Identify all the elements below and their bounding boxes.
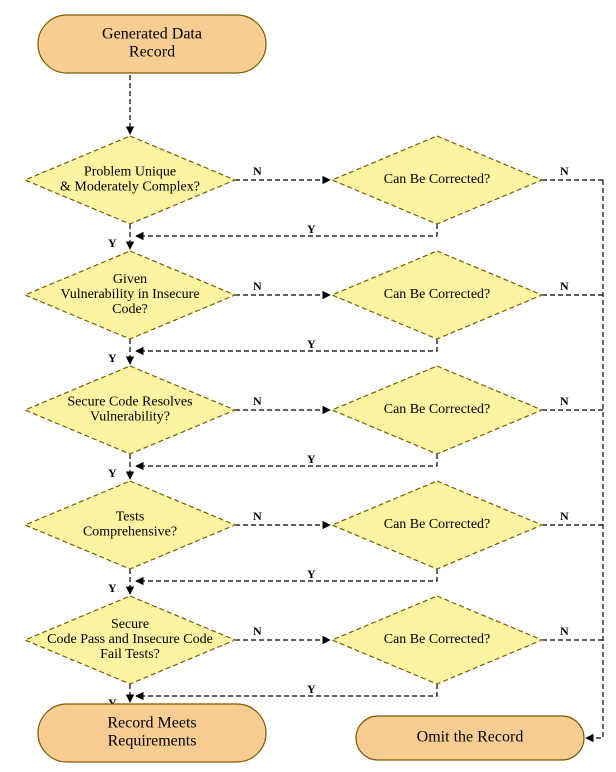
- label-y-correct-vuln-present: Y: [307, 337, 316, 351]
- check-pass-fail-text: Secure: [111, 617, 149, 632]
- check-vuln-present-text: Vulnerability in Insecure: [60, 287, 199, 302]
- label-y-check-unique: Y: [108, 236, 117, 250]
- label-y-check-vuln-present: Y: [108, 351, 117, 365]
- check-unique-text: Problem Unique: [84, 165, 176, 180]
- check-pass-fail-text: Code Pass and Insecure Code: [47, 632, 213, 647]
- check-unique-text: & Moderately Complex?: [60, 180, 200, 195]
- edge-y-correct-pass-fail: [136, 684, 437, 696]
- edge-y-correct-unique: [136, 224, 437, 236]
- label-n-check-vuln-present: N: [253, 279, 262, 293]
- check-pass-fail-text: Fail Tests?: [100, 647, 160, 662]
- correct-unique-text: Can Be Corrected?: [384, 172, 491, 187]
- correct-pass-fail-text: Can Be Corrected?: [384, 632, 491, 647]
- check-vuln-present-text: Given: [113, 272, 147, 287]
- label-n-correct-unique: N: [560, 164, 569, 178]
- correct-tests-text: Can Be Corrected?: [384, 517, 491, 532]
- label-n-check-secure-resolves: N: [253, 394, 262, 408]
- start-record-text: Generated Data: [102, 26, 202, 43]
- label-n-correct-vuln-present: N: [560, 279, 569, 293]
- accept-record-text: Requirements: [108, 733, 197, 750]
- check-secure-resolves-text: Secure Code Resolves: [67, 395, 192, 410]
- label-n-check-tests: N: [253, 509, 262, 523]
- label-n-check-unique: N: [253, 164, 262, 178]
- label-n-check-pass-fail: N: [253, 624, 262, 638]
- label-n-correct-tests: N: [560, 509, 569, 523]
- start-record-text: Record: [129, 44, 175, 61]
- label-y-correct-unique: Y: [307, 222, 316, 236]
- label-n-correct-secure-resolves: N: [560, 394, 569, 408]
- check-tests-text: Comprehensive?: [83, 525, 177, 540]
- correct-vuln-present-text: Can Be Corrected?: [384, 287, 491, 302]
- label-n-correct-pass-fail: N: [560, 624, 569, 638]
- reject-record-text: Omit the Record: [417, 729, 524, 746]
- check-vuln-present-text: Code?: [112, 302, 148, 317]
- label-y-correct-secure-resolves: Y: [307, 452, 316, 466]
- label-y-correct-pass-fail: Y: [307, 682, 316, 696]
- check-secure-resolves-text: Vulnerability?: [90, 410, 170, 425]
- edge-y-correct-tests: [136, 569, 437, 581]
- edge-y-correct-vuln-present: [136, 339, 437, 351]
- flowchart: Generated DataRecord Problem Unique& Mode…: [0, 0, 616, 772]
- accept-record-text: Record Meets: [107, 715, 196, 732]
- correct-secure-resolves-text: Can Be Corrected?: [384, 402, 491, 417]
- label-y-check-tests: Y: [108, 581, 117, 595]
- label-y-correct-tests: Y: [307, 567, 316, 581]
- edge-y-correct-secure-resolves: [136, 454, 437, 466]
- label-y-check-secure-resolves: Y: [108, 466, 117, 480]
- check-tests-text: Tests: [116, 510, 145, 525]
- edge-spine-omit: [586, 180, 603, 738]
